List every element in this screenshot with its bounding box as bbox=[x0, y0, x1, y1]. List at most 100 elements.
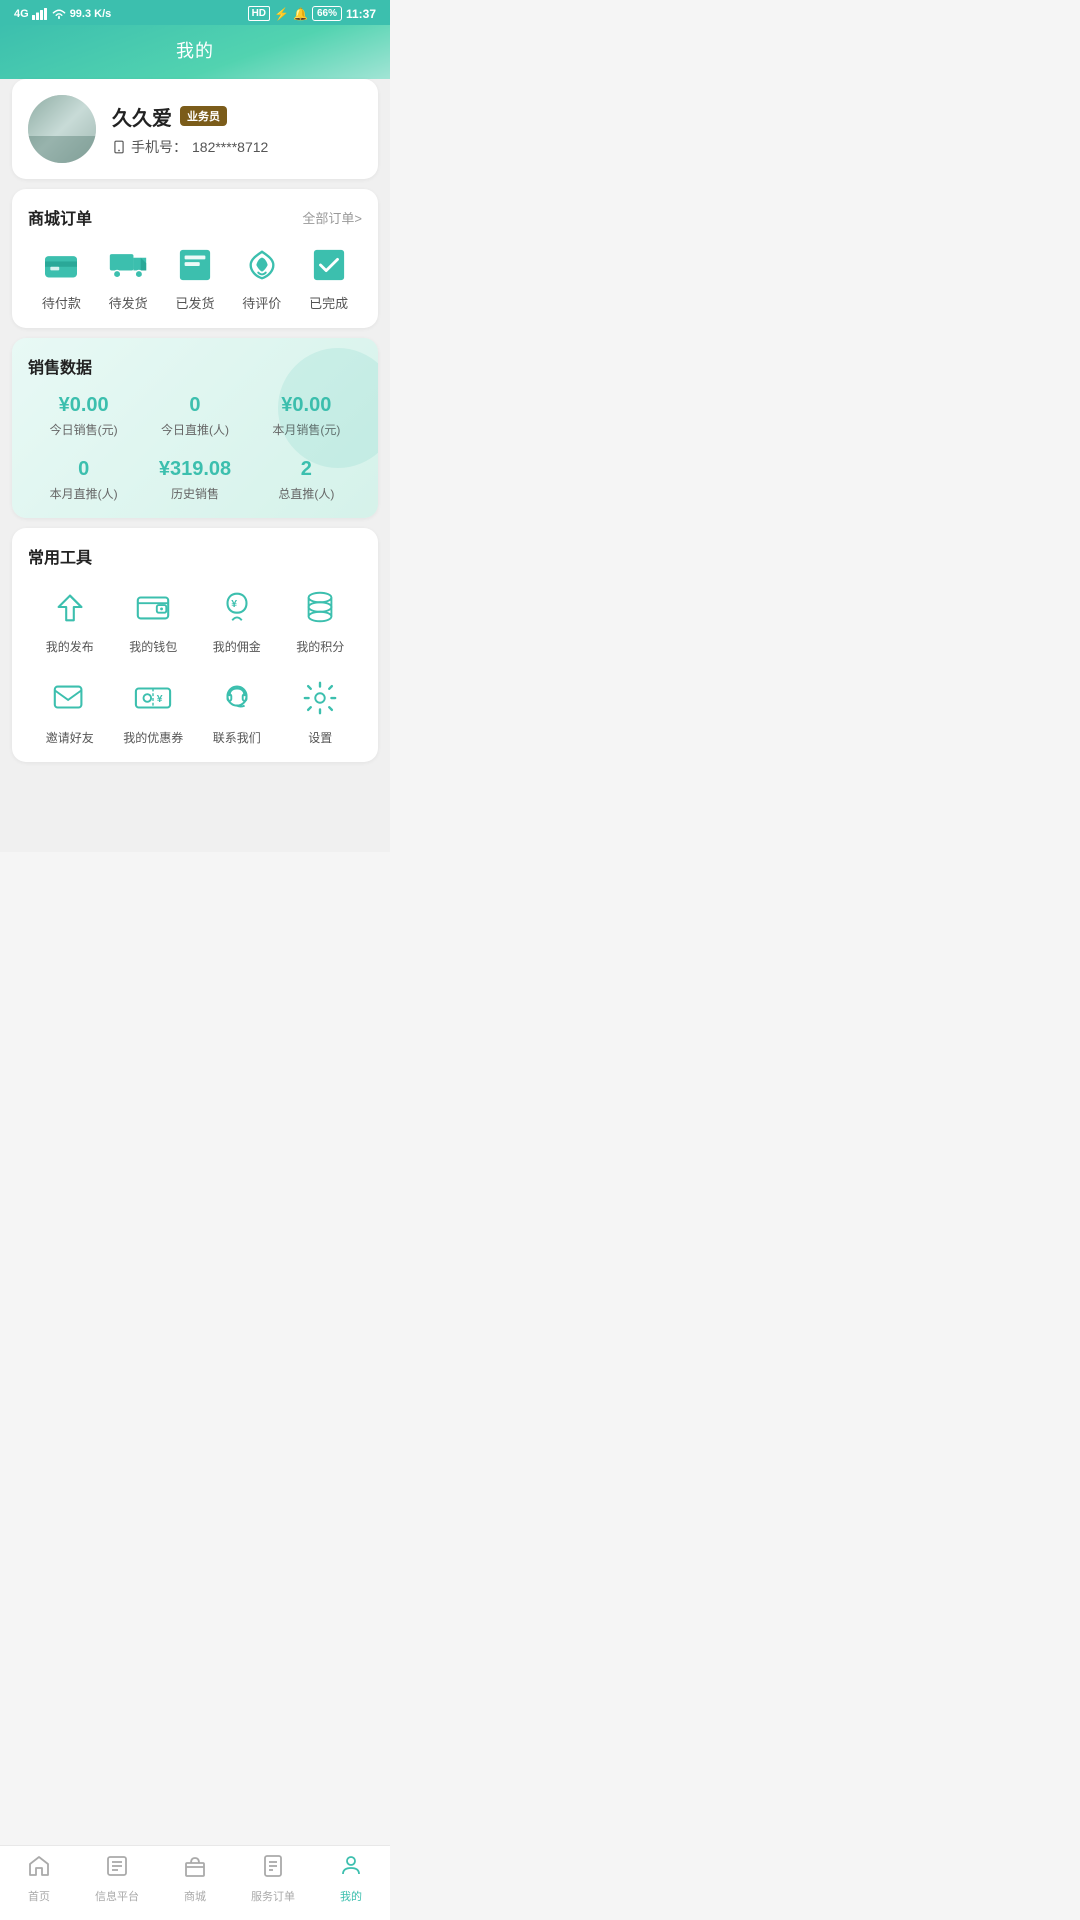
nav-shop[interactable]: 商城 bbox=[156, 1854, 234, 1904]
sales-card: 销售数据 ¥0.00 今日销售(元) 0 今日直推(人) ¥0.00 本月销售(… bbox=[12, 338, 378, 518]
tool-support[interactable]: 联系我们 bbox=[195, 675, 279, 746]
tools-card: 常用工具 我的发布 bbox=[12, 528, 378, 762]
sales-value-0: ¥0.00 bbox=[28, 394, 139, 417]
order-label-1: 待发货 bbox=[109, 293, 148, 312]
nav-mine[interactable]: 我的 bbox=[312, 1854, 390, 1904]
sales-label-3: 本月直推(人) bbox=[28, 485, 139, 502]
mine-icon bbox=[339, 1854, 363, 1884]
tool-coupon[interactable]: ¥ 我的优惠券 bbox=[112, 675, 196, 746]
tool-label-6: 联系我们 bbox=[213, 729, 261, 746]
publish-icon bbox=[47, 584, 93, 630]
tool-label-4: 邀请好友 bbox=[46, 729, 94, 746]
profile-card: 久久爱 业务员 手机号： 182****8712 bbox=[12, 79, 378, 179]
order-item-pending-review[interactable]: 待评价 bbox=[240, 245, 284, 312]
profile-name-row: 久久爱 业务员 bbox=[112, 102, 362, 131]
wifi-icon bbox=[51, 8, 67, 20]
nav-orders[interactable]: 服务订单 bbox=[234, 1854, 312, 1904]
page-title: 我的 bbox=[176, 41, 214, 61]
order-label-2: 已发货 bbox=[175, 293, 214, 312]
signal-icon: 4G bbox=[14, 8, 29, 20]
tool-publish[interactable]: 我的发布 bbox=[28, 584, 112, 655]
nav-label-3: 服务订单 bbox=[251, 1888, 295, 1904]
orders-link[interactable]: 全部订单> bbox=[302, 208, 362, 227]
sales-item-4: ¥319.08 历史销售 bbox=[139, 458, 250, 502]
sales-label-1: 今日直推(人) bbox=[139, 421, 250, 438]
nav-label-0: 首页 bbox=[28, 1888, 50, 1904]
profile-name: 久久爱 bbox=[112, 102, 172, 131]
phone-icon bbox=[112, 140, 126, 154]
sales-value-4: ¥319.08 bbox=[139, 458, 250, 481]
sales-value-1: 0 bbox=[139, 394, 250, 417]
tool-settings[interactable]: 设置 bbox=[279, 675, 363, 746]
order-label-4: 已完成 bbox=[309, 293, 348, 312]
phone-label: 手机号： bbox=[131, 137, 187, 157]
tool-label-3: 我的积分 bbox=[296, 638, 344, 655]
tool-label-2: 我的佣金 bbox=[213, 638, 261, 655]
tool-commission[interactable]: ¥ 我的佣金 bbox=[195, 584, 279, 655]
role-badge: 业务员 bbox=[180, 106, 227, 126]
orders-card: 商城订单 全部订单> 待付款 bbox=[12, 189, 378, 328]
tool-points[interactable]: 我的积分 bbox=[279, 584, 363, 655]
tool-invite[interactable]: 邀请好友 bbox=[28, 675, 112, 746]
avatar-image bbox=[28, 95, 96, 163]
nav-label-1: 信息平台 bbox=[95, 1888, 139, 1904]
commission-icon: ¥ bbox=[214, 584, 260, 630]
support-icon bbox=[214, 675, 260, 721]
sales-item-0: ¥0.00 今日销售(元) bbox=[28, 394, 139, 438]
info-icon bbox=[105, 1854, 129, 1884]
order-item-pending-ship[interactable]: 待发货 bbox=[106, 245, 150, 312]
pending-review-icon bbox=[240, 245, 284, 285]
main-content: 久久爱 业务员 手机号： 182****8712 商城订单 全部订单> bbox=[0, 79, 390, 852]
status-bar: 4G 99.3 K/s HD ⚡ 🔔 66% 11:37 bbox=[0, 0, 390, 25]
sales-header: 销售数据 bbox=[28, 354, 362, 378]
profile-info: 久久爱 业务员 手机号： 182****8712 bbox=[112, 102, 362, 157]
sales-item-2: ¥0.00 本月销售(元) bbox=[251, 394, 362, 438]
home-icon bbox=[27, 1854, 51, 1884]
tool-wallet[interactable]: 我的钱包 bbox=[112, 584, 196, 655]
sales-value-5: 2 bbox=[251, 458, 362, 481]
order-item-completed[interactable]: 已完成 bbox=[307, 245, 351, 312]
status-left: 4G 99.3 K/s bbox=[14, 8, 111, 20]
sales-item-1: 0 今日直推(人) bbox=[139, 394, 250, 438]
hd-badge: HD bbox=[248, 6, 270, 21]
tools-header: 常用工具 bbox=[28, 544, 362, 568]
points-icon bbox=[297, 584, 343, 630]
nav-home[interactable]: 首页 bbox=[0, 1854, 78, 1904]
profile-phone: 手机号： 182****8712 bbox=[112, 137, 362, 157]
orders-icon bbox=[261, 1854, 285, 1884]
bottom-nav: 首页 信息平台 商城 bbox=[0, 1845, 390, 1920]
sales-label-0: 今日销售(元) bbox=[28, 421, 139, 438]
settings-icon bbox=[297, 675, 343, 721]
tool-label-7: 设置 bbox=[308, 729, 332, 746]
sales-label-5: 总直推(人) bbox=[251, 485, 362, 502]
order-label-3: 待评价 bbox=[242, 293, 281, 312]
sales-label-4: 历史销售 bbox=[139, 485, 250, 502]
orders-header: 商城订单 全部订单> bbox=[28, 205, 362, 229]
avatar[interactable] bbox=[28, 95, 96, 163]
tool-label-0: 我的发布 bbox=[46, 638, 94, 655]
tools-title: 常用工具 bbox=[28, 544, 92, 568]
wallet-icon bbox=[130, 584, 176, 630]
sales-grid: ¥0.00 今日销售(元) 0 今日直推(人) ¥0.00 本月销售(元) 0 … bbox=[28, 394, 362, 502]
tools-grid: 我的发布 我的钱包 bbox=[28, 584, 362, 746]
sales-title: 销售数据 bbox=[28, 354, 92, 378]
shipped-icon bbox=[173, 245, 217, 285]
nav-label-4: 我的 bbox=[340, 1888, 362, 1904]
order-label-0: 待付款 bbox=[42, 293, 81, 312]
completed-icon bbox=[307, 245, 351, 285]
nav-info[interactable]: 信息平台 bbox=[78, 1854, 156, 1904]
sales-item-5: 2 总直推(人) bbox=[251, 458, 362, 502]
order-item-pending-pay[interactable]: 待付款 bbox=[39, 245, 83, 312]
sales-item-3: 0 本月直推(人) bbox=[28, 458, 139, 502]
tool-label-5: 我的优惠券 bbox=[123, 729, 183, 746]
pending-pay-icon bbox=[39, 245, 83, 285]
bell-icon: 🔔 bbox=[293, 7, 308, 21]
phone-number: 182****8712 bbox=[192, 139, 268, 155]
orders-title: 商城订单 bbox=[28, 205, 92, 229]
nav-label-2: 商城 bbox=[184, 1888, 206, 1904]
bluetooth-icon: ⚡ bbox=[274, 7, 289, 21]
svg-text:¥: ¥ bbox=[157, 694, 163, 705]
page-header: 我的 bbox=[0, 25, 390, 85]
pending-ship-icon bbox=[106, 245, 150, 285]
order-item-shipped[interactable]: 已发货 bbox=[173, 245, 217, 312]
